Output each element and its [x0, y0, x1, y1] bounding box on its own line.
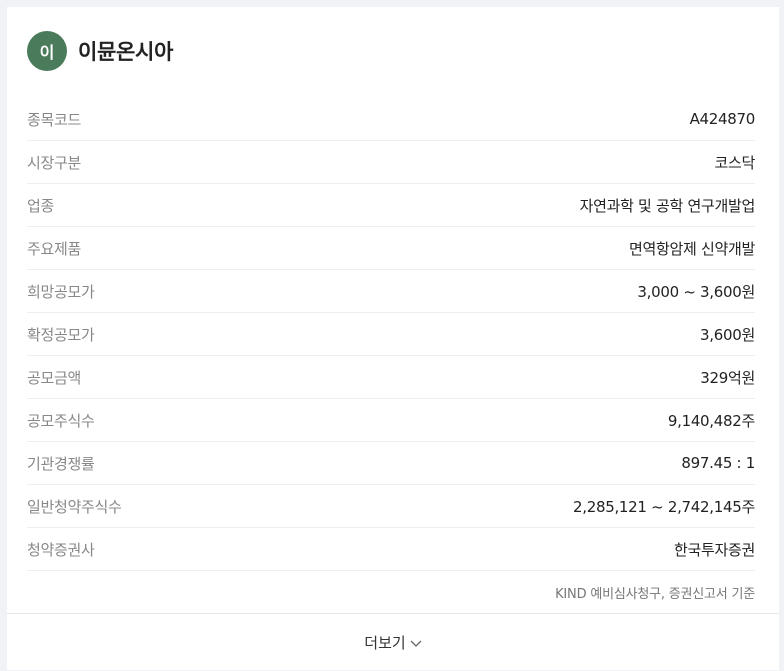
row-value: 3,600원	[700, 325, 755, 344]
row-label: 공모금액	[27, 368, 82, 387]
row-value: 면역항암제 신약개발	[629, 239, 755, 258]
row-label: 시장구분	[27, 153, 82, 172]
row-value: 코스닥	[714, 153, 755, 172]
info-row-underwriter: 청약증권사 한국투자증권	[27, 528, 755, 571]
info-row-offering-amount: 공모금액 329억원	[27, 356, 755, 399]
ipo-info-card: 이 이뮨온시아 종목코드 A424870 시장구분 코스닥 업종 자연과학 및 …	[7, 7, 779, 670]
chevron-down-icon[interactable]	[410, 634, 422, 652]
row-value: A424870	[689, 110, 756, 128]
row-label: 희망공모가	[27, 282, 95, 301]
row-label: 확정공모가	[27, 325, 95, 344]
more-button[interactable]: 더보기	[7, 613, 779, 671]
row-label: 기관경쟁률	[27, 454, 95, 473]
info-row-industry: 업종 자연과학 및 공학 연구개발업	[27, 184, 755, 227]
info-row-confirmed-price: 확정공모가 3,600원	[27, 313, 755, 356]
row-label: 주요제품	[27, 239, 82, 258]
row-value: 9,140,482주	[667, 411, 755, 430]
info-row-main-product: 주요제품 면역항암제 신약개발	[27, 227, 755, 270]
row-label: 일반청약주식수	[27, 497, 122, 516]
info-row-market: 시장구분 코스닥	[27, 141, 755, 184]
source-note: KIND 예비심사청구, 증권신고서 기준	[555, 587, 755, 602]
info-row-retail-shares: 일반청약주식수 2,285,121 ~ 2,742,145주	[27, 485, 755, 528]
row-value: 한국투자증권	[673, 540, 755, 559]
row-label: 청약증권사	[27, 540, 95, 559]
info-row-stock-code: 종목코드 A424870	[27, 98, 755, 141]
row-label: 공모주식수	[27, 411, 95, 430]
info-row-offering-shares: 공모주식수 9,140,482주	[27, 399, 755, 442]
more-button-content[interactable]: 더보기	[364, 632, 422, 653]
info-table: 종목코드 A424870 시장구분 코스닥 업종 자연과학 및 공학 연구개발업…	[27, 98, 755, 571]
row-value: 3,000 ~ 3,600원	[637, 282, 755, 301]
company-avatar: 이	[27, 31, 67, 71]
more-label[interactable]: 더보기	[364, 632, 405, 653]
row-value: 자연과학 및 공학 연구개발업	[579, 196, 756, 215]
info-row-institutional-ratio: 기관경쟁률 897.45 : 1	[27, 442, 755, 485]
row-value: 329억원	[700, 368, 755, 387]
row-value: 2,285,121 ~ 2,742,145주	[573, 497, 755, 516]
info-row-desired-price: 희망공모가 3,000 ~ 3,600원	[27, 270, 755, 313]
row-label: 업종	[27, 196, 55, 215]
company-name: 이뮨온시아	[78, 40, 174, 64]
company-header: 이 이뮨온시아	[27, 31, 173, 71]
row-value: 897.45 : 1	[681, 454, 755, 472]
row-label: 종목코드	[27, 110, 82, 129]
